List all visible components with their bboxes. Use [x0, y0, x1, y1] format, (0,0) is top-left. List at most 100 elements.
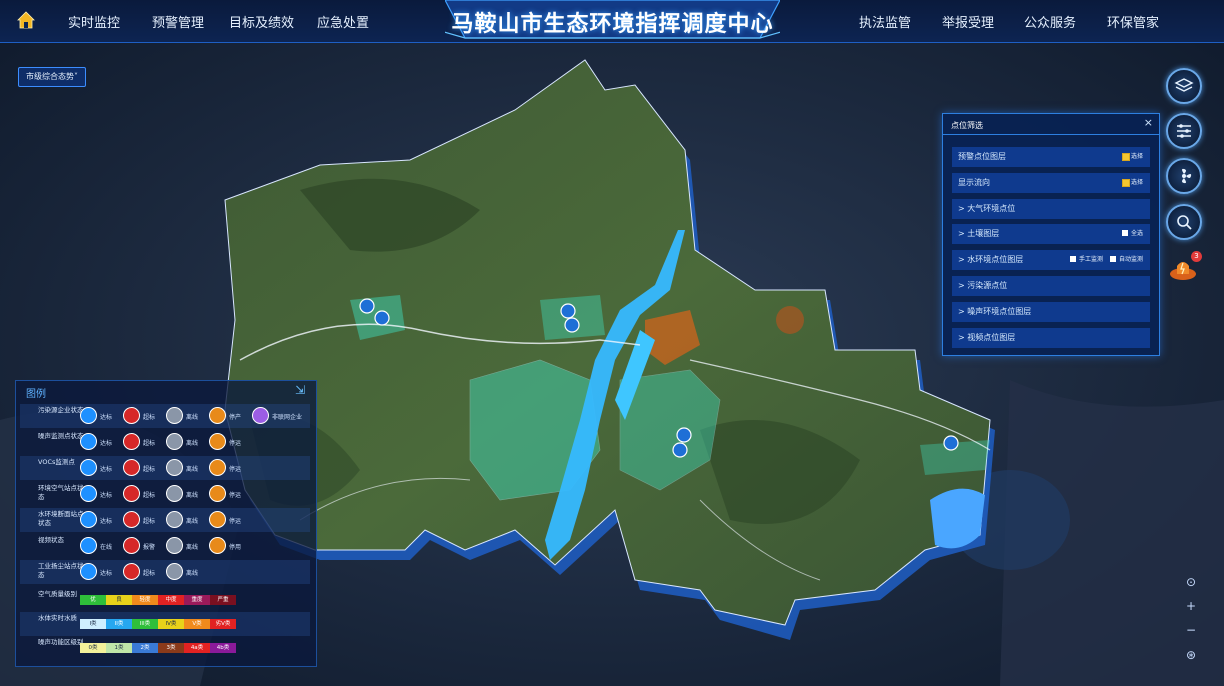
legend-row: 工业扬尘站点状态 达标 超标 离线: [20, 560, 310, 584]
legend-scale-bar: V类: [184, 619, 210, 629]
legend-status-symbol-icon: [209, 407, 226, 424]
nav-law-enforcement[interactable]: 执法监管: [859, 12, 911, 31]
filter-row-video-layer[interactable]: > 视频点位图层: [952, 328, 1150, 348]
legend-row: 污染源企业状态 达标 超标 离线 停产 非联网企业: [20, 404, 310, 428]
filter-option-label: 全选: [1131, 230, 1144, 237]
close-icon[interactable]: ×: [1144, 116, 1153, 129]
filter-row-noise-layer[interactable]: > 噪声环境点位图层: [952, 302, 1150, 322]
legend-scale-bar: 4a类: [184, 643, 210, 653]
checkbox-unchecked[interactable]: [1122, 230, 1128, 236]
top-navigation-bar: 实时监控 预警管理 目标及绩效 应急处置 马鞍山市生态环境指挥调度中心 执法监管…: [0, 0, 1224, 43]
nav-warning-management[interactable]: 预警管理: [152, 12, 204, 31]
legend-row-name: 工业扬尘站点状态: [38, 562, 84, 579]
legend-status-symbol-icon: [80, 407, 97, 424]
filter-row-label: > 大气环境点位: [958, 204, 1016, 213]
nav-public-service[interactable]: 公众服务: [1024, 12, 1076, 31]
alarm-count-badge: 3: [1191, 251, 1202, 262]
legend-scale-bar: IV类: [158, 619, 184, 629]
legend-status-label: 超标: [143, 414, 156, 421]
legend-scale-bar: 4b类: [210, 643, 236, 653]
legend-status-symbol-icon: [166, 563, 183, 580]
compass-icon[interactable]: ⊛: [1182, 648, 1200, 662]
legend-status-label: 报警: [143, 544, 156, 551]
legend-row-name: 环境空气站点状态: [38, 484, 84, 501]
legend-status-label: 停运: [229, 518, 242, 525]
checkbox-unchecked[interactable]: [1070, 256, 1076, 262]
filter-row-label: 显示流向: [958, 178, 990, 187]
filter-row-pollution-source[interactable]: > 污染源点位: [952, 276, 1150, 296]
legend-scale-bar: III类: [132, 619, 158, 629]
layers-icon: [1174, 78, 1194, 92]
filter-row-label: > 水环境点位图层: [958, 255, 1024, 264]
filter-row-show-flow[interactable]: 显示流向 选择: [952, 173, 1150, 193]
monitoring-point-marker[interactable]: [943, 435, 959, 451]
locate-icon[interactable]: ⊙: [1182, 575, 1200, 589]
filter-option-label: 手工监测: [1079, 256, 1104, 263]
home-icon[interactable]: [16, 10, 36, 30]
sliders-icon: [1177, 124, 1191, 138]
nav-env-steward[interactable]: 环保管家: [1107, 12, 1159, 31]
legend-status-symbol-icon: [123, 485, 140, 502]
legend-row-name: 噪声监测点状态: [38, 432, 84, 440]
nav-targets-performance[interactable]: 目标及绩效: [229, 12, 294, 31]
legend-status-label: 超标: [143, 570, 156, 577]
legend-status-label: 在线: [100, 544, 113, 551]
legend-status-symbol-icon: [166, 407, 183, 424]
legend-status-label: 达标: [100, 492, 113, 499]
city-level-select[interactable]: 市级综合态势˅: [18, 67, 86, 87]
legend-scale-bar: 优: [80, 595, 106, 605]
legend-status-label: 离线: [186, 440, 199, 447]
legend-scale-row: 空气质量级别优良轻度 中度 重度 严重: [20, 588, 310, 612]
legend-row-name: 空气质量级别: [38, 590, 77, 598]
legend-row-name: 水体实时水质: [38, 614, 77, 622]
filter-panel-title: 点位筛选: [951, 121, 983, 130]
filter-row-label: > 噪声环境点位图层: [958, 307, 1032, 316]
collapse-icon[interactable]: ⇲: [295, 383, 305, 397]
legend-status-label: 达标: [100, 466, 113, 473]
legend-status-symbol-icon: [252, 407, 269, 424]
city-level-select-label: 市级综合态势: [26, 72, 74, 81]
legend-scale-row: 水体实时水质 I类 II类 III类 IV类 V类 劣V类: [20, 612, 310, 636]
legend-status-symbol-icon: [123, 563, 140, 580]
checkbox-checked[interactable]: [1122, 179, 1130, 187]
nav-realtime-monitor[interactable]: 实时监控: [68, 12, 120, 31]
legend-status-symbol-icon: [80, 485, 97, 502]
filter-row-warning-layer[interactable]: 预警点位图层 选择: [952, 147, 1150, 167]
legend-row: 水环境断面站点状态 达标 超标 离线 停运: [20, 508, 310, 532]
legend-scale-bar: 3类: [158, 643, 184, 653]
filter-row-air-points[interactable]: > 大气环境点位: [952, 199, 1150, 219]
legend-status-symbol-icon: [209, 459, 226, 476]
filter-option-label: 选择: [1131, 153, 1144, 160]
fan-tool-button[interactable]: [1166, 158, 1202, 194]
filter-option-label: 自动监测: [1119, 256, 1144, 263]
legend-scale-bar: 良: [106, 595, 132, 605]
chevron-down-icon: ˅: [74, 72, 78, 81]
legend-scale-bar: 2类: [132, 643, 158, 653]
legend-status-label: 超标: [143, 440, 156, 447]
filter-row-water-layer[interactable]: > 水环境点位图层 手工监测 自动监测: [952, 250, 1150, 270]
legend-scale-bar: I类: [80, 619, 106, 629]
legend-status-symbol-icon: [166, 537, 183, 554]
zoom-in-button[interactable]: +: [1182, 599, 1200, 613]
legend-status-symbol-icon: [166, 459, 183, 476]
checkbox-checked[interactable]: [1122, 153, 1130, 161]
filter-row-soil-layer[interactable]: > 土壤图层 全选: [952, 224, 1150, 244]
legend-row-name: 污染源企业状态: [38, 406, 84, 414]
filter-row-label: > 视频点位图层: [958, 333, 1016, 342]
zoom-out-button[interactable]: −: [1182, 623, 1200, 637]
legend-status-symbol-icon: [123, 407, 140, 424]
legend-status-label: 达标: [100, 570, 113, 577]
layers-tool-button[interactable]: [1166, 68, 1202, 104]
page-title: 马鞍山市生态环境指挥调度中心: [451, 12, 774, 37]
search-tool-button[interactable]: [1166, 204, 1202, 240]
nav-emergency-response[interactable]: 应急处置: [317, 12, 369, 31]
legend-scale-bar: 1类: [106, 643, 132, 653]
checkbox-unchecked[interactable]: [1110, 256, 1116, 262]
legend-status-label: 停产: [229, 414, 242, 421]
legend-status-symbol-icon: [80, 511, 97, 528]
legend-status-label: 停用: [229, 544, 242, 551]
legend-status-label: 离线: [186, 570, 199, 577]
filter-tool-button[interactable]: [1166, 113, 1202, 149]
nav-report-handling[interactable]: 举报受理: [942, 12, 994, 31]
legend-status-symbol-icon: [209, 485, 226, 502]
